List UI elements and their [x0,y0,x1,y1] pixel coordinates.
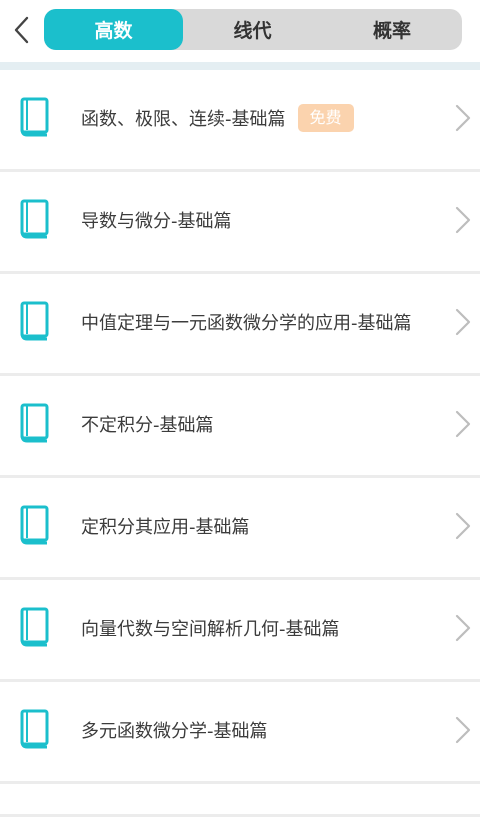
header-divider [0,62,480,70]
list-item-title: 中值定理与一元函数微分学的应用-基础篇 [81,313,412,334]
book-icon [20,505,49,545]
list-item[interactable]: 多元函数微分学-基础篇 [0,682,480,781]
chapter-list: 函数、极限、连续-基础篇 免费 导数与微分-基础篇 中值定理与一元函数微分学的应用… [0,70,480,817]
list-item-title: 不定积分-基础篇 [81,415,214,436]
list-item[interactable]: 不定积分-基础篇 [0,376,480,475]
top-bar: 高数 线代 概率 [0,0,480,62]
chevron-right-icon [455,716,471,744]
book-icon [20,403,49,443]
book-icon [20,97,49,137]
list-item[interactable]: 函数、极限、连续-基础篇 免费 [0,70,480,169]
tab-gaoshu[interactable]: 高数 [44,9,183,50]
chevron-right-icon [455,104,471,132]
book-icon [20,709,49,749]
list-item[interactable]: 定积分其应用-基础篇 [0,478,480,577]
list-item-title: 定积分其应用-基础篇 [81,517,250,538]
subject-tabs: 高数 线代 概率 [44,9,462,50]
list-item-label: 函数、极限、连续-基础篇 [81,109,286,130]
list-item-title: 函数、极限、连续-基础篇 免费 [81,70,354,169]
chevron-right-icon [455,308,471,336]
book-icon [20,199,49,239]
tab-xiandai[interactable]: 线代 [183,9,322,50]
book-icon [20,607,49,647]
list-item-title: 向量代数与空间解析几何-基础篇 [81,619,340,640]
list-item[interactable]: 导数与微分-基础篇 [0,172,480,271]
list-item[interactable]: 中值定理与一元函数微分学的应用-基础篇 [0,274,480,373]
back-button[interactable] [6,10,38,50]
chevron-right-icon [455,410,471,438]
chevron-left-icon [14,16,29,44]
chevron-right-icon [455,512,471,540]
list-item-title: 多元函数微分学-基础篇 [81,721,268,742]
tab-gailv[interactable]: 概率 [322,9,462,50]
list-item-title: 导数与微分-基础篇 [81,211,232,232]
book-icon [20,301,49,341]
chevron-right-icon [455,614,471,642]
free-badge: 免费 [297,104,354,132]
chevron-right-icon [455,206,471,234]
list-item-partial[interactable] [0,784,480,814]
list-item[interactable]: 向量代数与空间解析几何-基础篇 [0,580,480,679]
